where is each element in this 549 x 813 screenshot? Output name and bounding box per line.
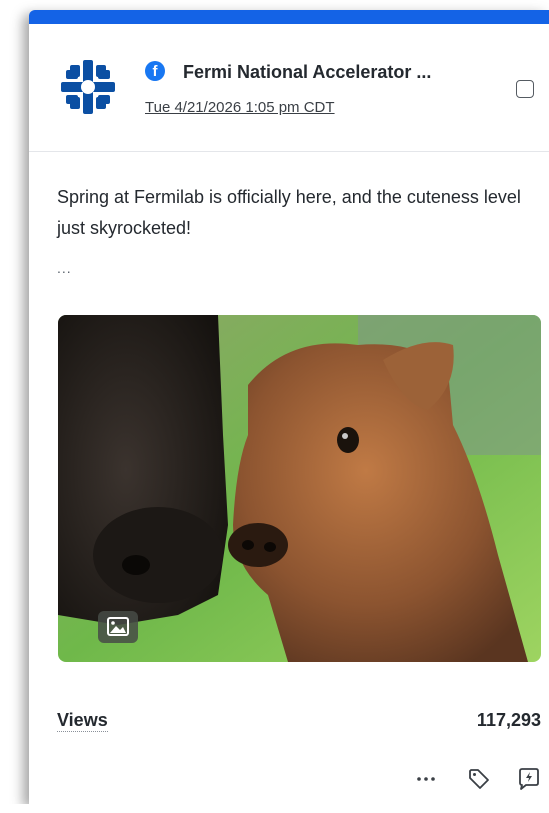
more-options-icon[interactable] bbox=[413, 766, 439, 792]
post-author[interactable]: Fermi National Accelerator ... bbox=[183, 60, 501, 84]
boost-icon[interactable] bbox=[516, 766, 542, 792]
image-icon bbox=[107, 617, 129, 636]
post-timestamp[interactable]: Tue 4/21/2026 1:05 pm CDT bbox=[145, 98, 335, 118]
page-footer-gutter bbox=[0, 804, 549, 813]
accent-bar bbox=[29, 10, 549, 24]
page-gutter bbox=[0, 0, 14, 813]
post-card[interactable]: f Fermi National Accelerator ... Tue 4/2… bbox=[29, 10, 549, 804]
tag-icon[interactable] bbox=[466, 766, 492, 792]
post-text: Spring at Fermilab is officially here, a… bbox=[57, 187, 521, 238]
views-count: 117,293 bbox=[476, 710, 541, 730]
post-image[interactable] bbox=[58, 315, 541, 662]
more-text-indicator[interactable]: ... bbox=[57, 260, 72, 276]
fermilab-logo bbox=[59, 58, 117, 116]
facebook-icon: f bbox=[145, 61, 165, 81]
header-divider bbox=[29, 151, 549, 152]
views-label: Views bbox=[57, 710, 108, 732]
image-type-badge bbox=[98, 611, 138, 643]
select-checkbox[interactable] bbox=[516, 80, 534, 98]
